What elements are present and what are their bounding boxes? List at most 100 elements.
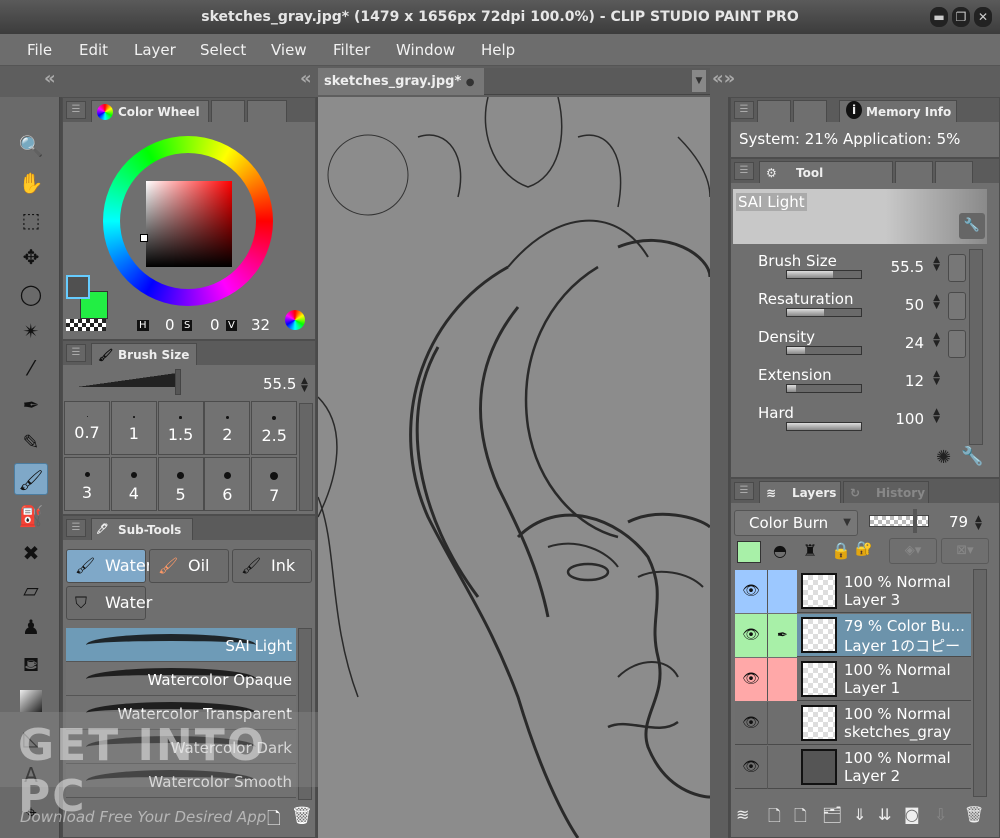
brush-size-value[interactable]: 55.5 [263, 375, 296, 393]
collapse-panel-icon[interactable]: « [300, 68, 312, 89]
layer-lock-cell[interactable] [767, 570, 797, 613]
tab-color-wheel[interactable]: Color Wheel [91, 100, 209, 122]
opacity-slider[interactable] [869, 515, 929, 527]
brush-item[interactable]: Watercolor Opaque [66, 662, 296, 696]
spin-buttons[interactable]: ▲ ▼ [933, 294, 940, 311]
canvas-scrollbar[interactable] [710, 97, 728, 838]
delete-layer-icon[interactable]: 🗑 [964, 805, 984, 824]
visibility-eye-icon[interactable]: 👁 [735, 702, 767, 745]
opacity-slider-handle[interactable] [913, 509, 917, 533]
main-color-swatch[interactable] [66, 275, 90, 299]
layer-row[interactable]: 👁 ✒ 79 % Color Bu... Layer 1のコピー [735, 614, 971, 657]
layer-row[interactable]: 👁 100 % Normal Layer 1 [735, 658, 971, 701]
panel-menu-icon[interactable]: ☰ [66, 344, 86, 362]
new-vector-layer-icon[interactable]: 🗋 [794, 805, 807, 832]
layer-property-icon[interactable]: ≋ [736, 805, 749, 824]
layers-scrollbar[interactable] [973, 569, 987, 797]
menu-help[interactable]: Help [481, 41, 515, 59]
fill-tool-icon[interactable]: ⛾ [14, 648, 48, 680]
brush-size-preset[interactable]: 4 [110, 457, 157, 511]
brush-item[interactable]: SAI Light [66, 628, 296, 662]
pen-tool-icon[interactable]: ✒ [14, 389, 48, 421]
brush-size-preset[interactable]: 7 [251, 457, 298, 511]
property-slider[interactable] [786, 384, 862, 393]
property-slider[interactable] [786, 308, 862, 317]
eyedropper-icon[interactable]: ⁄ [14, 352, 48, 384]
property-value[interactable]: 12 [905, 372, 924, 390]
apply-mask-icon[interactable]: ⇩ [934, 805, 947, 824]
visibility-eye-icon[interactable]: 👁 [735, 570, 767, 613]
opacity-value[interactable]: 79 [949, 513, 968, 531]
v-value[interactable]: 32 [251, 316, 270, 334]
spin-buttons[interactable]: ▲ ▼ [933, 370, 940, 387]
sub-tool-group-water[interactable]: 🖌 Water [66, 549, 152, 583]
pressure-settings-button[interactable] [948, 330, 966, 358]
move-layer-tool-icon[interactable]: ✥ [14, 241, 48, 273]
layer-lock-cell[interactable] [767, 746, 797, 789]
maximize-button[interactable]: ❐ [952, 7, 970, 27]
property-value[interactable]: 50 [905, 296, 924, 314]
sub-tool-group-oil[interactable]: 🖌 Oil [149, 549, 229, 583]
tab-brush-size[interactable]: 🖌 Brush Size [91, 343, 197, 365]
brush-size-preset[interactable]: 5 [157, 457, 204, 511]
editing-pen-icon[interactable]: ✒ [767, 614, 797, 657]
mask-dropdown[interactable]: ◈▾ [889, 538, 937, 564]
tab-tool-properties[interactable]: ⚙Tool Properties [759, 161, 893, 202]
transfer-down-icon[interactable]: ⇓ [853, 805, 866, 824]
hand-tool-icon[interactable]: ✋ [14, 167, 48, 199]
property-slider[interactable] [786, 346, 862, 355]
close-button[interactable]: ✕ [974, 7, 992, 27]
airbrush-icon[interactable]: ⛽ [14, 500, 48, 532]
tab-sub-view[interactable] [793, 100, 827, 122]
menu-file[interactable]: File [27, 41, 52, 59]
magic-wand-icon[interactable]: ✴ [14, 315, 48, 347]
settings-wrench-icon[interactable]: 🔧 [961, 446, 983, 467]
property-value[interactable]: 55.5 [891, 258, 924, 276]
panel-menu-icon[interactable]: ☰ [66, 519, 86, 537]
tab-dropdown-button[interactable]: ▼ [692, 70, 706, 92]
tab-navigator[interactable] [757, 100, 791, 122]
blend-tool-icon[interactable]: ♟ [14, 611, 48, 643]
pressure-settings-button[interactable] [948, 254, 966, 282]
clip-layer-icon[interactable]: ◓ [773, 541, 787, 560]
spin-buttons[interactable]: ▲ ▼ [933, 332, 940, 349]
h-value[interactable]: 0 [165, 316, 175, 334]
panel-menu-icon[interactable]: ☰ [734, 482, 754, 500]
tool-properties-scrollbar[interactable] [969, 249, 983, 445]
layer-row[interactable]: 👁 100 % Normal Layer 2 [735, 746, 971, 789]
pressure-settings-button[interactable] [948, 292, 966, 320]
collapse-left-icon[interactable]: « [44, 68, 56, 89]
minimize-button[interactable]: ▬ [930, 7, 948, 27]
layer-mask-icon[interactable]: ◙ [904, 805, 920, 824]
reference-layer-icon[interactable]: ♜ [803, 541, 817, 560]
brush-size-preset[interactable]: 6 [204, 457, 251, 511]
layer-row[interactable]: 👁 100 % Normal sketches_gray [735, 702, 971, 745]
layer-lock-cell[interactable] [767, 702, 797, 745]
property-value[interactable]: 100 [895, 410, 924, 428]
decoration-tool-icon[interactable]: ✖ [14, 537, 48, 569]
menu-window[interactable]: Window [396, 41, 455, 59]
new-folder-icon[interactable]: 🗂 [822, 805, 842, 824]
brush-size-preset[interactable]: 1.5 [157, 401, 204, 455]
tab-sub-tools[interactable]: 🖊 Sub-Tools [91, 518, 193, 540]
tab-brush-shape[interactable] [895, 161, 933, 183]
visibility-eye-icon[interactable]: 👁 [735, 614, 767, 657]
collapse-right-icon[interactable]: «» [712, 68, 735, 89]
document-tab[interactable]: sketches_gray.jpg* ● [318, 68, 484, 95]
menu-edit[interactable]: Edit [79, 41, 108, 59]
menu-layer[interactable]: Layer [134, 41, 176, 59]
color-mode-switch-icon[interactable] [285, 310, 305, 330]
lock-icon[interactable]: 🔒 [831, 541, 851, 560]
transparent-color-swatch[interactable] [66, 319, 106, 331]
property-value[interactable]: 24 [905, 334, 924, 352]
layer-color-swatch[interactable] [737, 541, 761, 563]
layer-lock-cell[interactable] [767, 658, 797, 701]
tab-color-slider[interactable] [247, 100, 287, 122]
color-picker-handle[interactable] [140, 234, 148, 242]
eraser-icon[interactable]: ▱ [14, 574, 48, 606]
property-slider[interactable] [786, 422, 862, 431]
tab-history[interactable]: ↻ History [843, 481, 929, 503]
merge-down-icon[interactable]: ⇊ [878, 805, 891, 824]
brush-size-slider-handle[interactable] [175, 369, 181, 395]
layer-row[interactable]: 👁 100 % Normal Layer 3 [735, 570, 971, 613]
